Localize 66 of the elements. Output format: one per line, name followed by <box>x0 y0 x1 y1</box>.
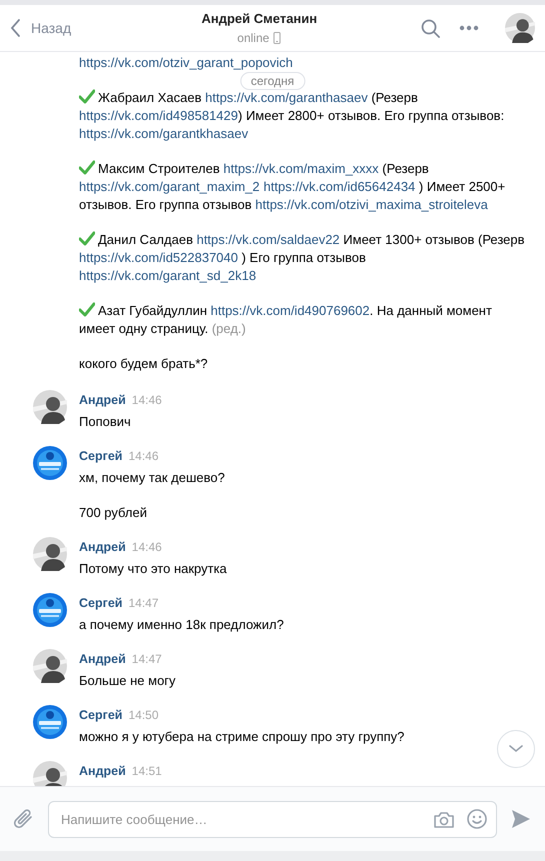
emoji-button[interactable] <box>467 809 487 829</box>
message-time: 14:51 <box>132 764 162 778</box>
back-icon <box>10 18 21 38</box>
send-button[interactable] <box>511 809 531 829</box>
message-time: 14:46 <box>132 540 162 554</box>
link[interactable]: https://vk.com/otziv_garant_popovich <box>79 55 293 70</box>
link[interactable]: https://vk.com/garantkhasaev <box>79 126 248 141</box>
phone-icon <box>273 32 282 44</box>
author-name[interactable]: Андрей <box>79 393 126 407</box>
chevron-down-icon <box>509 745 523 753</box>
author-name[interactable]: Андрей <box>79 764 126 778</box>
date-divider: сегодня <box>240 72 306 90</box>
author-name[interactable]: Андрей <box>79 652 126 666</box>
link[interactable]: https://vk.com/garanthasaev <box>205 90 368 105</box>
avatar <box>33 649 67 683</box>
message-input[interactable]: Напишите сообщение… <box>48 800 497 838</box>
link[interactable]: https://vk.com/id498581429 <box>79 108 238 123</box>
avatar <box>33 537 67 571</box>
link[interactable]: https://vk.com/id490769602 <box>210 303 370 318</box>
link[interactable]: https://vk.com/garant_sd_2k18 <box>79 268 256 283</box>
link[interactable]: https://vk.com/maxim_xxxx <box>223 161 379 176</box>
link[interactable]: https://vk.com/id522837040 <box>79 250 238 265</box>
paperclip-icon <box>14 809 34 829</box>
online-status: online <box>237 30 270 47</box>
search-icon <box>420 18 440 38</box>
smiley-icon <box>467 809 487 829</box>
message-text: а почему именно 18к предложил? <box>79 616 284 634</box>
message-text: Данил Салдаев https://vk.com/saldaev22 Имеет 1300+ отзывов (Резерв https://vk.com/id522837040 ) Его группа отзывов https://vk.com/garant_sd_2k18 <box>79 231 525 285</box>
message-time: 14:47 <box>128 596 158 610</box>
message-text: хм, почему так дешево? <box>79 469 225 487</box>
avatar <box>33 446 67 480</box>
message-time: 14:46 <box>128 449 158 463</box>
camera-icon <box>433 810 455 828</box>
message-text: кокого будем брать*? <box>79 355 208 373</box>
message-time: 14:46 <box>132 393 162 407</box>
message-text: Жабраил Хасаев https://vk.com/garanthasaev (Резерв https://vk.com/id498581429) Имеет 2800+ отзывов. Его группа отзывов: https://vk.com/garantkhasaev <box>79 89 506 143</box>
message-text: Попович <box>79 413 131 431</box>
author-name[interactable]: Сергей <box>79 596 122 610</box>
camera-button[interactable] <box>433 810 455 828</box>
message-text: Потому что это накрутка <box>79 560 227 578</box>
link[interactable]: https://vk.com/garant_maxim_2 <box>79 179 260 194</box>
avatar <box>33 593 67 627</box>
message-time: 14:47 <box>132 652 162 666</box>
message-time: 14:50 <box>128 708 158 722</box>
author-name[interactable]: Сергей <box>79 708 122 722</box>
chat-title: Андрей Сметанин <box>202 10 318 28</box>
avatar <box>33 390 67 424</box>
message-text: Максим Строителев https://vk.com/maxim_xxxx (Резерв https://vk.com/garant_maxim_2 https://vk.com/id65642434 ) Имеет 2500+ отзывов. Его группа отзывов https://vk.com/otzivi_maxima_stroiteleva <box>79 160 506 214</box>
message-text: Азат Губайдуллин https://vk.com/id490769602. На данный момент имеет одну страницу. (ред.) <box>79 302 493 338</box>
more-icon <box>459 25 479 31</box>
avatar <box>33 705 67 739</box>
message-text: можно я у ютубера на стриме спрошу про эту группу? <box>79 728 404 746</box>
link[interactable]: https://vk.com/id65642434 <box>264 179 416 194</box>
link[interactable]: https://vk.com/saldaev22 <box>196 232 340 247</box>
more-button[interactable] <box>459 25 479 31</box>
scroll-down-button[interactable] <box>497 730 535 768</box>
link[interactable]: https://vk.com/otzivi_maxima_stroiteleva <box>255 197 488 212</box>
message-text: Больше не могу <box>79 672 176 690</box>
message-text: 700 рублей <box>79 504 147 522</box>
avatar[interactable] <box>505 13 535 43</box>
attach-button[interactable] <box>14 809 34 829</box>
author-name[interactable]: Сергей <box>79 449 122 463</box>
search-button[interactable] <box>420 18 440 38</box>
send-icon <box>511 809 531 829</box>
author-name[interactable]: Андрей <box>79 540 126 554</box>
edited-mark: (ред.) <box>212 321 246 336</box>
